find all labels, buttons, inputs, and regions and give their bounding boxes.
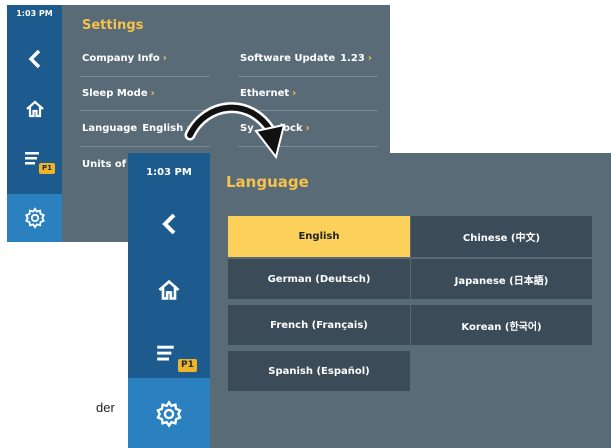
language-screen: 1:03 PM P1 Language English Chinese (中文)… [128, 153, 611, 448]
back-arrow-icon [162, 213, 176, 235]
settings-item-label: Software Update [240, 53, 336, 64]
language-option-german[interactable]: German (Deutsch) [228, 258, 410, 299]
divider [80, 76, 210, 77]
language-label: French (Français) [270, 319, 368, 331]
language-label: Spanish (Español) [268, 365, 370, 377]
language-option-chinese[interactable]: Chinese (中文) [410, 216, 592, 257]
settings-item-language[interactable]: Language English › [82, 123, 190, 134]
settings-item-label: Sleep Mode [82, 88, 148, 99]
language-option-spanish[interactable]: Spanish (Español) [228, 350, 410, 391]
sidebar: 1:03 PM P1 [7, 5, 62, 242]
back-button[interactable] [7, 39, 62, 79]
settings-item-sleep-mode[interactable]: Sleep Mode › [82, 88, 155, 99]
language-option-japanese[interactable]: Japanese (日本語) [410, 258, 592, 299]
badge: P1 [178, 359, 197, 372]
transition-arrow-icon [184, 102, 286, 160]
list-button[interactable]: P1 [128, 323, 210, 385]
home-button[interactable] [128, 259, 210, 321]
settings-item-label: Language [82, 123, 138, 134]
home-icon [25, 100, 44, 118]
badge: P1 [39, 163, 56, 174]
settings-item-company-info[interactable]: Company Info › [82, 53, 167, 64]
clock: 1:03 PM [16, 9, 53, 18]
back-button[interactable] [128, 193, 210, 255]
background-text: der [96, 400, 115, 415]
language-label: German (Deutsch) [267, 273, 371, 285]
divider [238, 76, 378, 77]
language-option-french[interactable]: French (Français) [228, 304, 410, 345]
gear-icon [156, 400, 182, 428]
settings-button[interactable] [128, 378, 210, 448]
chevron-right-icon: › [150, 88, 155, 99]
sidebar: 1:03 PM P1 [128, 153, 210, 448]
chevron-right-icon: › [305, 123, 310, 134]
settings-button[interactable] [7, 194, 62, 242]
settings-item-value: English [142, 123, 184, 134]
language-label: Chinese (中文) [462, 233, 541, 244]
settings-item-label: Company Info [82, 53, 160, 64]
language-label: Korean (한국어) [461, 321, 542, 333]
settings-item-value: 1.23 [340, 53, 365, 64]
list-button[interactable]: P1 [7, 139, 62, 179]
page-title: Settings [82, 18, 144, 33]
settings-item-software-update[interactable]: Software Update 1.23 › [240, 53, 372, 64]
language-label: English [298, 231, 340, 242]
back-arrow-icon [28, 49, 40, 69]
language-option-english[interactable]: English [228, 216, 410, 257]
language-label: Japanese (日本語) [454, 275, 549, 287]
language-option-korean[interactable]: Korean (한국어) [410, 304, 592, 345]
chevron-right-icon: › [162, 53, 167, 64]
gear-icon [24, 207, 45, 229]
home-icon [158, 279, 180, 300]
chevron-right-icon: › [292, 88, 297, 99]
chevron-right-icon: › [367, 53, 372, 64]
home-button[interactable] [7, 89, 62, 129]
